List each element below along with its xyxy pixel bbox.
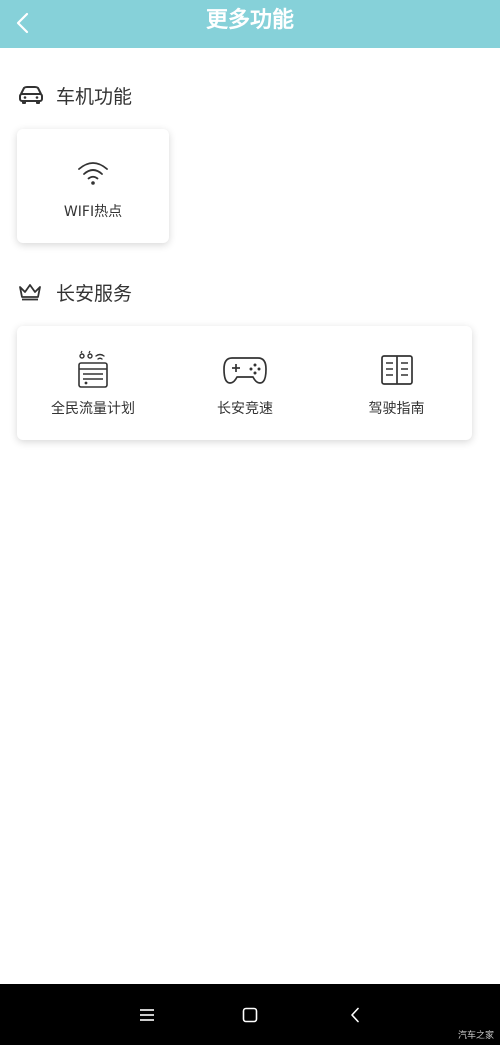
data-plan-icon — [76, 350, 110, 390]
book-icon — [380, 350, 414, 390]
wifi-hotspot-tile[interactable]: WIFI热点 — [17, 129, 169, 243]
home-square-icon — [242, 1007, 258, 1023]
menu-icon — [140, 1009, 154, 1021]
driving-guide-tile[interactable]: 驾驶指南 — [321, 326, 472, 440]
services-card: 全民流量计划 长安竞速 驾驶指南 — [17, 326, 472, 440]
system-back-button[interactable] — [340, 1002, 370, 1028]
tile-label: 驾驶指南 — [368, 401, 425, 417]
system-nav-bar: 汽车之家 — [0, 984, 500, 1045]
gamepad-icon — [222, 350, 268, 390]
app-header: 更多功能 — [0, 0, 500, 48]
crown-icon — [18, 281, 44, 303]
menu-button[interactable] — [132, 1002, 162, 1028]
back-arrow-icon — [351, 1007, 359, 1023]
home-button[interactable] — [235, 1002, 265, 1028]
tile-label: 长安竞速 — [217, 401, 273, 417]
car-icon — [18, 84, 44, 106]
section-header-vehicle: 车机功能 — [18, 80, 132, 110]
data-plan-tile[interactable]: 全民流量计划 — [17, 326, 169, 440]
tile-label: WIFI热点 — [63, 204, 123, 220]
section-title: 车机功能 — [56, 85, 133, 108]
vehicle-functions-card: WIFI热点 — [17, 129, 169, 243]
wifi-icon — [76, 153, 110, 193]
page-title: 更多功能 — [205, 8, 294, 33]
tile-label: 全民流量计划 — [51, 401, 135, 417]
changan-racing-tile[interactable]: 长安竞速 — [169, 326, 321, 440]
section-title: 长安服务 — [56, 282, 133, 305]
watermark: 汽车之家 — [457, 1031, 494, 1041]
section-header-services: 长安服务 — [18, 277, 132, 307]
